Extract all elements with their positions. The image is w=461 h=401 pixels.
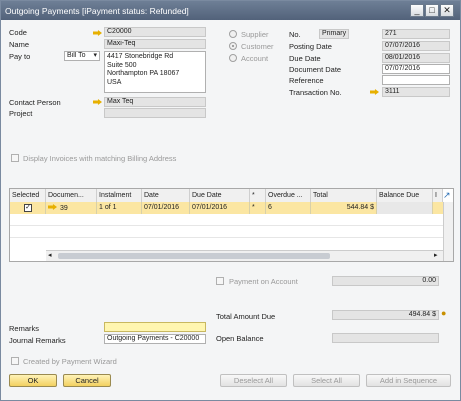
journal-remarks-label: Journal Remarks xyxy=(9,336,66,345)
scroll-left-icon[interactable]: ◂ xyxy=(48,251,52,259)
column-header[interactable]: Selected xyxy=(10,189,46,202)
account-radio[interactable] xyxy=(229,54,237,62)
title-bar: Outgoing Payments [iPayment status: Refu… xyxy=(1,1,460,20)
address-box[interactable]: 4417 Stonebridge Rd Suite 500 Northampto… xyxy=(104,51,206,93)
supplier-label: Supplier xyxy=(241,30,269,39)
star-cell: * xyxy=(250,202,266,214)
series-select[interactable]: Primary xyxy=(319,29,349,39)
close-button[interactable]: ✕ xyxy=(440,4,454,17)
remarks-field[interactable] xyxy=(104,322,206,332)
payment-on-account-checkbox[interactable] xyxy=(216,277,224,285)
column-header[interactable]: Documen... xyxy=(46,189,97,202)
contact-label: Contact Person xyxy=(9,98,61,107)
document-date-field[interactable]: 07/07/2016 xyxy=(382,64,450,74)
customer-label: Customer xyxy=(241,42,274,51)
overdue-cell: 6 xyxy=(266,202,311,214)
payment-on-account-label: Payment on Account xyxy=(229,277,298,286)
select-all-button[interactable]: Select All xyxy=(293,374,360,387)
column-header[interactable]: Due Date xyxy=(190,189,250,202)
maximize-button[interactable]: □ xyxy=(425,4,439,17)
balance-due-cell[interactable] xyxy=(377,202,433,214)
link-arrow-icon[interactable] xyxy=(93,30,102,36)
number-label: No. xyxy=(289,30,301,39)
column-header[interactable]: * xyxy=(250,189,266,202)
project-label: Project xyxy=(9,109,33,118)
due-date-cell: 07/01/2016 xyxy=(190,202,250,214)
address-line: Suite 500 xyxy=(107,61,137,69)
column-header[interactable]: Overdue ... xyxy=(266,189,311,202)
table-row[interactable] xyxy=(10,238,443,250)
name-field[interactable]: Maxi-Teq xyxy=(104,39,206,49)
transaction-label: Transaction No. xyxy=(289,88,342,97)
column-header[interactable]: Instalment xyxy=(97,189,142,202)
window-title: Outgoing Payments [iPayment status: Refu… xyxy=(5,6,189,16)
open-balance-field xyxy=(332,333,439,343)
payment-window: Outgoing Payments [iPayment status: Refu… xyxy=(0,0,461,401)
supplier-radio[interactable] xyxy=(229,30,237,38)
total-amount-due-field[interactable]: 494.84 $ xyxy=(332,310,439,320)
transaction-field[interactable]: 3111 xyxy=(382,87,450,97)
column-header[interactable]: I xyxy=(433,189,443,202)
reference-field[interactable] xyxy=(382,75,450,85)
customer-radio[interactable] xyxy=(229,42,237,50)
reference-label: Reference xyxy=(289,76,324,85)
deselect-all-button[interactable]: Deselect All xyxy=(220,374,287,387)
date-cell: 07/01/2016 xyxy=(142,202,190,214)
account-label: Account xyxy=(241,54,269,63)
number-field[interactable]: 271 xyxy=(382,29,450,39)
link-arrow-icon[interactable] xyxy=(93,99,102,105)
remarks-label: Remarks xyxy=(9,324,40,333)
pay-to-select[interactable]: Bill To ▾ xyxy=(64,51,100,61)
dropdown-arrow-icon: ▾ xyxy=(93,52,97,59)
payment-on-account-field[interactable]: 0.00 xyxy=(332,276,439,286)
contact-field[interactable]: Max Teq xyxy=(104,97,206,107)
address-line: Northampton PA 18067 xyxy=(107,70,180,77)
open-balance-label: Open Balance xyxy=(216,334,264,343)
table-row[interactable]: ✓ 39 1 of 1 07/01/2016 07/01/2016 * 6 54… xyxy=(10,202,443,214)
document-date-label: Document Date xyxy=(289,65,342,74)
due-date-field[interactable]: 08/01/2016 xyxy=(382,53,450,63)
document-number: 39 xyxy=(60,205,68,212)
payment-wizard-checkbox[interactable] xyxy=(11,357,19,365)
posting-date-field[interactable]: 07/07/2016 xyxy=(382,41,450,51)
invoices-table: Selected Documen... Instalment Date Due … xyxy=(9,188,454,262)
address-line: USA xyxy=(107,78,122,86)
due-date-label: Due Date xyxy=(289,54,321,63)
name-label: Name xyxy=(9,40,30,49)
address-line: 4417 Stonebridge Rd xyxy=(107,53,174,60)
total-amount-due-label: Total Amount Due xyxy=(216,312,276,321)
horizontal-scrollbar[interactable]: ◂ ▸ xyxy=(46,250,443,261)
expand-icon[interactable]: ↗ xyxy=(443,190,451,201)
code-label: Code xyxy=(9,28,27,37)
display-invoices-checkbox[interactable] xyxy=(11,154,19,162)
column-header[interactable]: Date xyxy=(142,189,190,202)
ok-button[interactable]: OK xyxy=(9,374,57,387)
pay-to-label: Pay to xyxy=(9,52,31,61)
minimize-button[interactable]: _ xyxy=(410,4,424,17)
cancel-button[interactable]: Cancel xyxy=(63,374,111,387)
column-header[interactable]: Total xyxy=(311,189,377,202)
selected-cell[interactable]: ✓ xyxy=(10,202,46,214)
table-row[interactable] xyxy=(10,226,443,238)
project-field[interactable] xyxy=(104,108,206,118)
scroll-right-icon[interactable]: ▸ xyxy=(434,251,438,259)
total-cell: 544.84 $ xyxy=(311,202,377,214)
vertical-scrollbar[interactable] xyxy=(443,202,453,261)
payment-wizard-label: Created by Payment Wizard xyxy=(23,357,117,366)
link-arrow-icon[interactable] xyxy=(370,89,379,95)
document-cell: 39 xyxy=(46,202,97,214)
posting-date-label: Posting Date xyxy=(289,42,332,51)
display-invoices-label: Display Invoices with matching Billing A… xyxy=(23,154,177,163)
pay-to-select-value: Bill To xyxy=(67,52,86,59)
link-arrow-icon[interactable] xyxy=(48,204,57,210)
column-header[interactable]: Balance Due xyxy=(377,189,433,202)
add-in-sequence-button[interactable]: Add in Sequence xyxy=(366,374,451,387)
journal-remarks-field[interactable]: Outgoing Payments - C20000 xyxy=(104,334,206,344)
code-field[interactable]: C20000 xyxy=(104,27,206,37)
coins-icon[interactable]: ● xyxy=(441,308,446,318)
table-row[interactable] xyxy=(10,214,443,226)
checkbox-checked-icon[interactable]: ✓ xyxy=(24,204,32,212)
instalment-cell: 1 of 1 xyxy=(97,202,142,214)
scrollbar-thumb[interactable] xyxy=(58,253,330,259)
